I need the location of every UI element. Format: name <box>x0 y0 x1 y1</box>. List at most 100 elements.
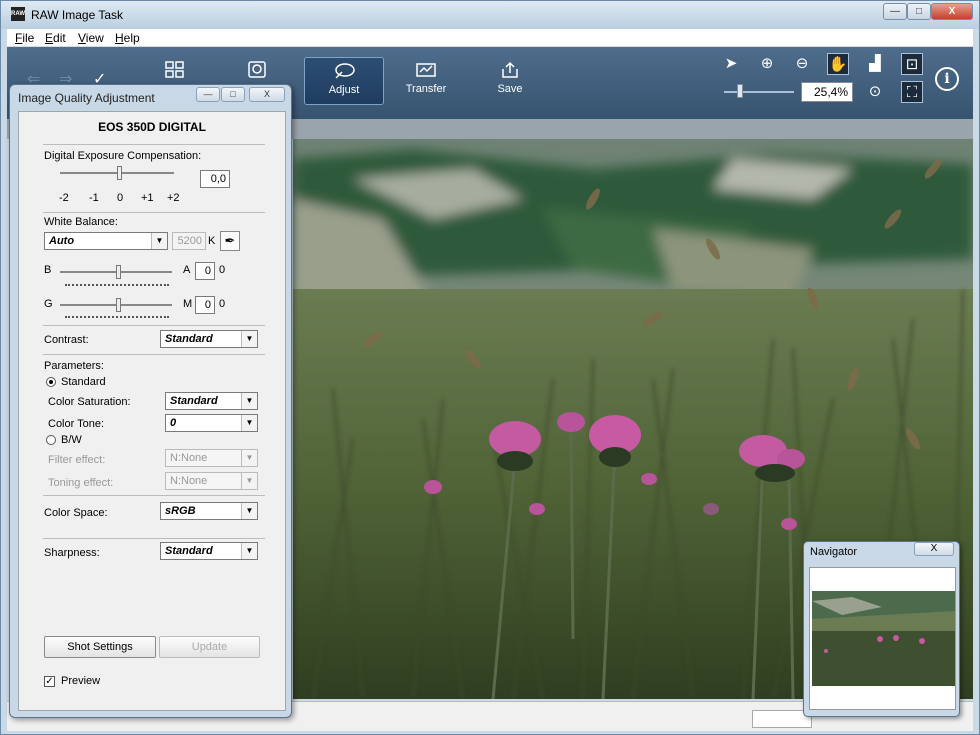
color-tone-select[interactable]: 0 ▼ <box>165 414 258 432</box>
exposure-value-field[interactable]: 0,0 <box>200 170 230 188</box>
exposure-tick: +2 <box>167 192 180 204</box>
dialog-minimize-button[interactable]: — <box>196 87 220 102</box>
exposure-label: Digital Exposure Compensation: <box>44 150 202 162</box>
filter-effect-select[interactable]: N:None ▼ <box>165 449 258 467</box>
dialog-close-button[interactable]: X <box>249 87 285 102</box>
pointer-tool-icon[interactable]: ➤ <box>720 53 742 75</box>
amber-value-field[interactable]: 0 <box>195 262 215 280</box>
exposure-slider-thumb[interactable] <box>117 166 122 180</box>
image-quality-adjustment-dialog: Image Quality Adjustment — □ X EOS 350D … <box>9 84 292 718</box>
saturation-value: Standard <box>170 395 218 407</box>
info-icon[interactable]: i <box>935 67 959 91</box>
save-label: Save <box>497 83 523 95</box>
blue-amber-slider-thumb[interactable] <box>116 265 121 279</box>
adjust-icon <box>335 63 355 79</box>
magnify-photo-icon <box>248 61 266 78</box>
chevron-down-icon: ▼ <box>241 450 257 466</box>
update-button[interactable]: Update <box>159 636 260 658</box>
amber-label: A <box>183 264 191 276</box>
toning-effect-select[interactable]: N:None ▼ <box>165 472 258 490</box>
menu-view[interactable]: View <box>78 31 104 45</box>
divider <box>43 325 265 326</box>
minimize-button[interactable]: — <box>883 3 907 20</box>
zoom-slider[interactable] <box>724 91 794 93</box>
magenta-value-field[interactable]: 0 <box>195 296 215 314</box>
save-button[interactable]: Save <box>470 47 550 107</box>
divider <box>43 212 265 213</box>
close-button[interactable]: X <box>931 3 973 20</box>
white-balance-label: White Balance: <box>44 216 118 228</box>
transfer-icon <box>416 63 436 77</box>
menu-edit[interactable]: Edit <box>45 31 66 45</box>
adjust-label: Adjust <box>328 84 360 96</box>
hand-tool-icon[interactable]: ✋ <box>827 53 849 75</box>
divider <box>43 495 265 496</box>
exposure-tick: +1 <box>141 192 154 204</box>
toning-effect-label: Toning effect: <box>48 477 114 489</box>
zoom-value-field[interactable]: 25,4% <box>801 82 853 102</box>
dialog-maximize-button[interactable]: □ <box>221 87 245 102</box>
magenta-value-secondary: 0 <box>219 298 226 310</box>
magenta-label: M <box>183 298 193 310</box>
chevron-down-icon: ▼ <box>241 543 257 559</box>
maximize-button[interactable]: □ <box>907 3 931 20</box>
exposure-tick: -2 <box>59 192 69 204</box>
saturation-select[interactable]: Standard ▼ <box>165 392 258 410</box>
contrast-value: Standard <box>165 333 213 345</box>
shot-settings-button[interactable]: Shot Settings <box>44 636 156 658</box>
title-bar[interactable]: RAW RAW Image Task — □ X <box>1 1 979 29</box>
dialog-title: Image Quality Adjustment <box>18 91 155 105</box>
parameters-label: Parameters: <box>44 360 104 372</box>
color-space-value: sRGB <box>165 505 196 517</box>
chevron-down-icon: ▼ <box>151 233 167 249</box>
color-space-label: Color Space: <box>44 507 108 519</box>
zoom-out-icon[interactable]: ⊖ <box>791 53 813 75</box>
contrast-label: Contrast: <box>44 334 89 346</box>
white-balance-select[interactable]: Auto ▼ <box>44 232 168 250</box>
navigator-thumbnail[interactable] <box>812 591 955 686</box>
menu-help[interactable]: Help <box>115 31 140 45</box>
thumbnail-image <box>812 591 955 686</box>
eyedropper-icon[interactable]: ✒ <box>220 231 240 251</box>
app-icon: RAW <box>11 7 25 21</box>
divider <box>43 354 265 355</box>
divider <box>43 538 265 539</box>
green-magenta-slider-thumb[interactable] <box>116 298 121 312</box>
color-tone-label: Color Tone: <box>48 418 105 430</box>
slider-scale <box>65 314 169 318</box>
zoom-100-icon[interactable]: ⊙ <box>864 81 886 103</box>
sharpness-label: Sharpness: <box>44 547 100 559</box>
zoom-in-icon[interactable]: ⊕ <box>756 53 778 75</box>
contrast-select[interactable]: Standard ▼ <box>160 330 258 348</box>
bw-radio[interactable] <box>46 435 56 445</box>
camera-model: EOS 350D DIGITAL <box>98 120 206 134</box>
preview-checkbox[interactable]: ✓ <box>44 676 55 687</box>
grid-icon <box>165 61 184 78</box>
filter-effect-value: N:None <box>170 452 208 464</box>
chevron-down-icon: ▼ <box>241 393 257 409</box>
dialog-body: EOS 350D DIGITAL Digital Exposure Compen… <box>18 111 286 711</box>
chevron-down-icon: ▼ <box>241 503 257 519</box>
slider-scale <box>65 282 169 286</box>
sharpness-select[interactable]: Standard ▼ <box>160 542 258 560</box>
navigator-body <box>809 567 956 710</box>
color-tone-value: 0 <box>170 417 177 429</box>
menu-file[interactable]: File <box>15 31 34 45</box>
full-screen-icon[interactable]: ⛶ <box>901 81 923 103</box>
zoom-slider-thumb[interactable] <box>737 84 743 98</box>
blue-label: B <box>44 264 52 276</box>
transfer-button[interactable]: Transfer <box>386 47 466 107</box>
chevron-down-icon: ▼ <box>241 331 257 347</box>
histogram-icon[interactable]: ▟ <box>864 53 886 75</box>
saturation-label: Color Saturation: <box>48 396 131 408</box>
filter-effect-label: Filter effect: <box>48 454 106 466</box>
navigator-title: Navigator <box>810 546 858 558</box>
chevron-down-icon: ▼ <box>241 473 257 489</box>
standard-radio[interactable] <box>46 377 56 387</box>
navigator-close-button[interactable]: X <box>914 542 954 556</box>
adjust-button[interactable]: Adjust <box>304 57 384 105</box>
fit-window-icon[interactable]: ⊡ <box>901 53 923 75</box>
chevron-down-icon: ▼ <box>241 415 257 431</box>
amber-value-secondary: 0 <box>219 264 226 276</box>
color-space-select[interactable]: sRGB ▼ <box>160 502 258 520</box>
